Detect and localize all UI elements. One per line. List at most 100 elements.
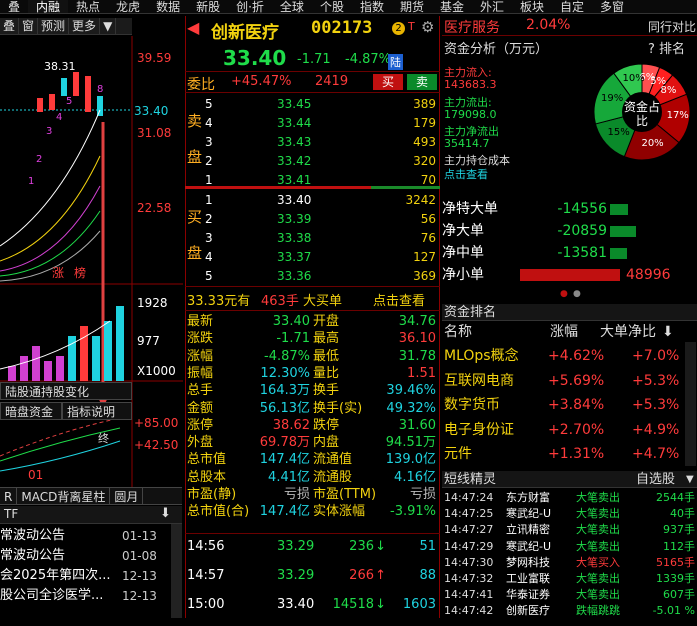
- ask-row[interactable]: 2 33.42 320: [185, 151, 440, 171]
- page-dot-active[interactable]: ●: [560, 289, 568, 299]
- kline-candle: [49, 94, 55, 110]
- bid-level: 2: [205, 212, 213, 226]
- ranking-row[interactable]: 电子身份证 +2.70% +4.9%: [442, 418, 697, 442]
- chart-toolstrip: 叠窗预测 更多 ▼: [0, 18, 132, 35]
- hold-cost-link[interactable]: 点击查看: [444, 166, 488, 182]
- ranking-pct: +5.69%: [548, 372, 605, 389]
- badge-t-icon[interactable]: T: [408, 20, 415, 33]
- news-item[interactable]: [0, 606, 182, 626]
- quote-value: -1.71: [276, 331, 310, 347]
- col-zhangfu[interactable]: 涨幅: [550, 322, 578, 342]
- top-menu-item[interactable]: 期货: [392, 0, 432, 13]
- tab-anpan[interactable]: 暗盘资金: [0, 402, 62, 420]
- toolstrip-item[interactable]: 窗: [19, 18, 39, 34]
- ask-row[interactable]: 4 33.44 179: [185, 113, 440, 133]
- ask-row[interactable]: 5 33.45 389: [185, 94, 440, 114]
- news-item[interactable]: 会2025年第四次... 12-13: [0, 566, 182, 586]
- trade-price: 33.40: [277, 597, 315, 612]
- ranking-row[interactable]: MLOps概念 +4.62% +7.0%: [442, 344, 697, 368]
- top-menu-item[interactable]: 全球: [272, 0, 312, 13]
- elf-row[interactable]: 14:47:30 梦网科技 大笔买入 5165手: [442, 555, 697, 571]
- top-menu-item[interactable]: 多窗: [592, 0, 632, 13]
- toolstrip-item[interactable]: 叠: [0, 18, 20, 34]
- col-name[interactable]: 名称: [444, 322, 472, 342]
- top-menu-item[interactable]: 新股: [188, 0, 228, 13]
- trade-row: 14:56 33.29 236 ↓ 51: [185, 537, 440, 557]
- top-menu-item[interactable]: 叠: [0, 0, 28, 13]
- news-item[interactable]: 常波动公告 01-08: [0, 546, 182, 566]
- elf-row[interactable]: 14:47:24 东方财富 大笔卖出 2544手: [442, 490, 697, 506]
- quote-label: 市盈(静): [187, 487, 237, 502]
- elf-row[interactable]: 14:47:41 华泰证券 大笔卖出 607手: [442, 587, 697, 603]
- top-menu-item[interactable]: 个股: [312, 0, 352, 13]
- top-menu-item[interactable]: 龙虎: [108, 0, 148, 13]
- top-menu-item[interactable]: 创·折: [228, 0, 272, 13]
- tab-r[interactable]: R: [0, 488, 18, 504]
- elf-volume: 5165手: [656, 555, 695, 569]
- top-menu-item[interactable]: 自定: [552, 0, 592, 13]
- main-out-value: 179098.0: [444, 108, 497, 121]
- quote-label: 最低: [313, 348, 340, 364]
- ranking-row[interactable]: 元件 +1.31% +4.7%: [442, 442, 697, 466]
- news-scrollbar[interactable]: [171, 524, 182, 618]
- elf-row[interactable]: 14:47:32 工业富联 大笔卖出 1339手: [442, 571, 697, 587]
- bid-row[interactable]: 3 33.38 76: [185, 228, 440, 248]
- ask-level: 5: [205, 97, 213, 111]
- bid-row[interactable]: 5 33.36 369: [185, 266, 440, 286]
- top-menu-item[interactable]: 基金: [432, 0, 472, 13]
- buy-button[interactable]: 买: [373, 74, 403, 90]
- top-menu-item[interactable]: 内融: [28, 0, 69, 13]
- elf-select[interactable]: 自选股: [636, 471, 675, 488]
- elf-row[interactable]: 14:47:25 寒武纪-U 大笔卖出 40手: [442, 506, 697, 522]
- elf-row[interactable]: 14:47:27 立讯精密 大笔卖出 937手: [442, 522, 697, 538]
- toolstrip-item[interactable]: ▼: [100, 18, 117, 34]
- elf-event: 大笔卖出: [576, 588, 620, 602]
- elf-time: 14:47:41: [444, 588, 494, 602]
- kline-candle: [97, 96, 103, 116]
- ranking-name: 数字货币: [444, 397, 500, 413]
- high-price-label: 38.31: [44, 60, 76, 73]
- bigorder-link[interactable]: 点击查看: [373, 290, 425, 309]
- top-menu-item[interactable]: 数据: [148, 0, 188, 13]
- top-menu-item[interactable]: 指数: [352, 0, 392, 13]
- top-menu-item[interactable]: 板块: [512, 0, 552, 13]
- ranking-name: 元件: [444, 446, 472, 462]
- ranking-scrollbar[interactable]: [685, 342, 696, 466]
- sector-name[interactable]: 医疗服务: [444, 17, 500, 37]
- prev-stock-icon[interactable]: ◀: [187, 18, 199, 37]
- tab-macd[interactable]: MACD背离星柱: [17, 488, 111, 504]
- download-icon[interactable]: ⬇: [160, 506, 171, 521]
- elf-row[interactable]: 14:47:42 创新医疗 跌幅跳跳 -5.01 %: [442, 603, 697, 619]
- capital-tools[interactable]: ? 排名: [648, 38, 685, 57]
- bid-row[interactable]: 1 33.40 3242: [185, 190, 440, 210]
- badge-icon[interactable]: 2: [392, 22, 405, 35]
- tab-lugutong[interactable]: 陆股通持股变化: [0, 382, 132, 400]
- ranking-row[interactable]: 数字货币 +3.84% +5.3%: [442, 393, 697, 417]
- page-dot[interactable]: ●: [573, 289, 581, 299]
- news-item[interactable]: 股公司全诊医学... 12-13: [0, 586, 182, 606]
- sort-down-icon[interactable]: ⬇: [662, 322, 674, 342]
- elf-row[interactable]: 14:47:29 寒武纪-U 大笔卖出 112手: [442, 539, 697, 555]
- elf-select-chevron-icon[interactable]: ▼: [686, 471, 694, 488]
- gear-icon[interactable]: ⚙: [421, 18, 434, 36]
- ask-price: 33.44: [277, 116, 312, 130]
- bid-row[interactable]: 2 33.39 56: [185, 209, 440, 229]
- peer-compare-button[interactable]: 同行对比: [648, 18, 696, 35]
- elf-volume: 112手: [663, 539, 695, 553]
- elf-volume: 40手: [670, 507, 695, 521]
- bid-row[interactable]: 4 33.37 127: [185, 247, 440, 267]
- tab-zhibiao[interactable]: 指标说明: [62, 402, 132, 420]
- toolstrip-item[interactable]: 更多: [69, 18, 101, 34]
- news-item[interactable]: 常波动公告 01-13: [0, 526, 182, 546]
- tab-yuanyue[interactable]: 圆月: [110, 488, 144, 504]
- axis-vol-1: 1928: [137, 296, 168, 310]
- toolstrip-item[interactable]: 预测: [38, 18, 70, 34]
- top-menu-item[interactable]: 热点: [68, 0, 108, 13]
- ranking-row[interactable]: 互联网电商 +5.69% +5.3%: [442, 369, 697, 393]
- weibi-value: +45.47%: [231, 74, 292, 89]
- col-danjingbi[interactable]: 大单净比: [600, 322, 656, 342]
- quote-label: 总市值(合): [187, 504, 250, 520]
- top-menu-item[interactable]: 外汇: [472, 0, 512, 13]
- ask-row[interactable]: 3 33.43 493: [185, 132, 440, 152]
- sell-button[interactable]: 卖: [407, 74, 437, 90]
